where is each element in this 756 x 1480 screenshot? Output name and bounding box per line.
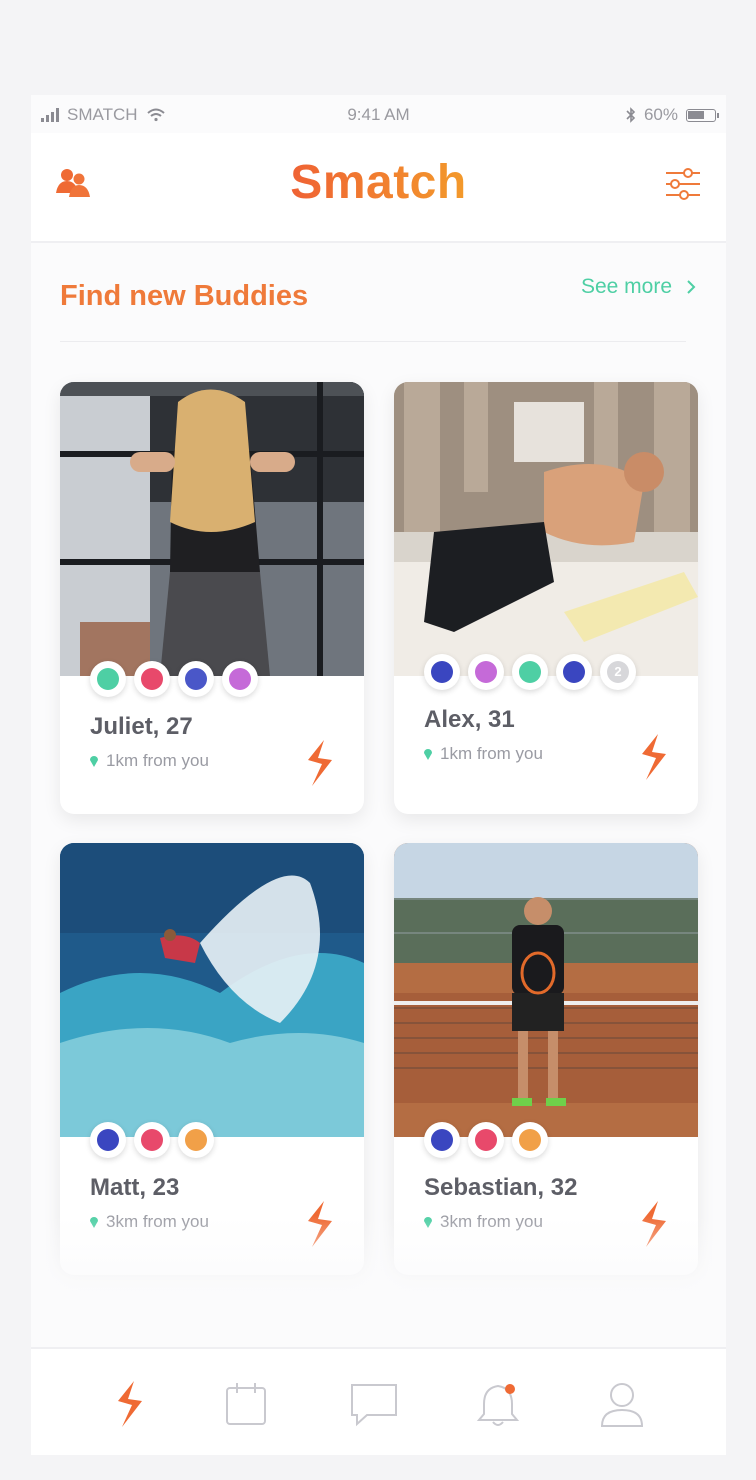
surf-icon (90, 1122, 126, 1158)
buddy-distance: 1km from you (90, 751, 209, 771)
buddy-distance: 3km from you (424, 1212, 543, 1232)
buddy-card[interactable]: Juliet, 27 1km from you (60, 382, 364, 814)
section-title: Find new Buddies (60, 280, 309, 312)
yoga-icon (468, 1122, 504, 1158)
tab-calendar[interactable] (216, 1377, 276, 1431)
app-logo: Smatch (290, 156, 467, 209)
buddy-card[interactable]: Sebastian, 32 3km from you (394, 843, 698, 1275)
divider (60, 341, 686, 342)
tab-profile[interactable] (592, 1377, 652, 1431)
bluetooth-icon (626, 107, 636, 123)
smatch-bolt-icon[interactable] (636, 732, 670, 782)
buddy-name: Sebastian, 32 (424, 1174, 578, 1201)
tab-notifications[interactable] (468, 1377, 528, 1431)
sport-icons: 2 (424, 654, 636, 690)
tab-chat[interactable] (344, 1377, 404, 1431)
climbing-icon (134, 1122, 170, 1158)
buddy-name: Alex, 31 (424, 706, 515, 733)
distance-label: 1km from you (106, 751, 209, 770)
football-icon (222, 661, 258, 697)
buddy-distance: 1km from you (424, 744, 543, 764)
sport-icons (90, 661, 258, 697)
swimming-icon (424, 1122, 460, 1158)
sport-icons (90, 1122, 214, 1158)
see-more-label: See more (580, 275, 672, 298)
location-pin-icon (90, 1217, 98, 1228)
buddy-name: Juliet, 27 (90, 713, 193, 740)
tennis-icon (556, 654, 592, 690)
smatch-bolt-icon[interactable] (302, 1199, 336, 1249)
location-pin-icon (90, 756, 98, 767)
buddy-photo (394, 843, 698, 1137)
status-right: 60% (626, 105, 719, 125)
filter-sliders-icon[interactable] (664, 167, 702, 206)
tab-discover[interactable] (99, 1377, 159, 1431)
buddy-photo (60, 843, 364, 1137)
status-time: 9:41 AM (347, 105, 410, 124)
tab-bar (31, 1347, 726, 1455)
distance-label: 3km from you (106, 1212, 209, 1231)
surf-icon (424, 654, 460, 690)
more-sports-badge[interactable]: 2 (600, 654, 636, 690)
buddy-name: Matt, 23 (90, 1174, 180, 1201)
running-icon (512, 1122, 548, 1158)
football-icon (468, 654, 504, 690)
cycling-icon (178, 661, 214, 697)
sport-icons (424, 1122, 548, 1158)
calendar-icon (226, 1383, 266, 1425)
see-more-link[interactable]: See more (581, 275, 696, 299)
buddy-card[interactable]: 2 Alex, 31 1km from you (394, 382, 698, 814)
running-icon (178, 1122, 214, 1158)
app-screen: SMATCH 9:41 AM 60% Smatch Find new Buddi… (31, 95, 726, 1455)
distance-label: 3km from you (440, 1212, 543, 1231)
smatch-bolt-icon (118, 1381, 142, 1427)
smatch-bolt-icon[interactable] (636, 1199, 670, 1249)
battery-percent: 60% (643, 105, 678, 124)
chevron-right-icon (687, 280, 696, 294)
location-pin-icon (424, 1217, 432, 1228)
profile-icon (600, 1383, 644, 1427)
distance-label: 1km from you (440, 744, 543, 763)
buddy-photo (394, 382, 698, 676)
chat-icon (351, 1384, 397, 1427)
smatch-bolt-icon[interactable] (302, 738, 336, 788)
battery-icon (686, 108, 719, 122)
app-header: Smatch (31, 133, 726, 243)
buddy-card[interactable]: Matt, 23 3km from you (60, 843, 364, 1275)
location-pin-icon (424, 749, 432, 760)
buddy-photo (60, 382, 364, 676)
notification-bell-icon (476, 1384, 520, 1426)
buddy-distance: 3km from you (90, 1212, 209, 1232)
status-bar: SMATCH 9:41 AM 60% (31, 95, 726, 133)
yoga-icon (90, 661, 126, 697)
kettlebell-icon (134, 661, 170, 697)
swimming-icon (512, 654, 548, 690)
